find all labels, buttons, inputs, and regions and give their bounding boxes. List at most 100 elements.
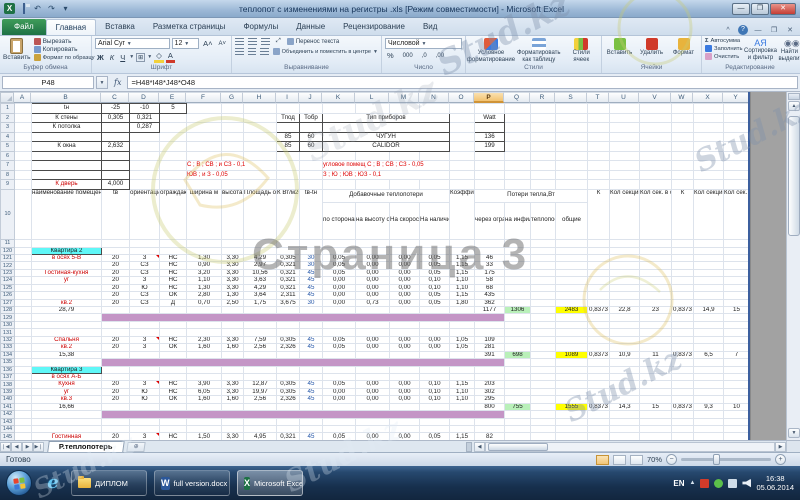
cell-R139[interactable] [530,387,556,397]
paste-button[interactable]: Вставить [3,38,31,61]
cell-B144[interactable] [31,424,102,434]
cell-R120[interactable] [530,246,556,255]
cell-V140[interactable] [639,395,672,404]
cell-W126[interactable] [671,291,694,300]
cell-J6[interactable] [299,150,323,161]
normal-view-icon[interactable] [595,454,609,465]
cell-Y126[interactable] [723,291,750,300]
header-sub-P0[interactable]: через ограждения [474,201,505,240]
cell-V124[interactable] [639,276,672,285]
row-header-123[interactable]: 123 [0,268,15,278]
column-header-U[interactable]: U [609,92,639,103]
cell-Y6[interactable] [723,150,750,161]
cell-Q9[interactable] [504,179,531,190]
row-header-5[interactable]: 5 [0,141,15,152]
cell-T136[interactable] [587,365,610,374]
cell-I145[interactable]: 0,321 [276,432,300,440]
cell-I9[interactable] [276,179,300,190]
cell-H125[interactable]: 4,29 [243,283,277,293]
cell-M6[interactable] [389,150,420,161]
cell-Q120[interactable] [504,246,531,255]
first-sheet-icon[interactable]: ❘◀ [0,441,11,452]
cell-N128[interactable] [419,305,450,315]
cell-Q142[interactable] [504,410,531,419]
cell-L131[interactable] [355,328,390,337]
header-W[interactable]: К [671,188,694,240]
cell-W137[interactable] [671,372,694,382]
cell-E130[interactable] [159,320,187,330]
cell-S8[interactable] [555,169,588,180]
cell-J137[interactable] [299,372,323,382]
cell-Y144[interactable] [723,424,750,434]
cell-L133[interactable]: 0,00 [355,343,390,352]
cell-P120[interactable] [474,246,505,255]
cell-B139[interactable]: уг [31,387,102,397]
borders-icon[interactable]: ⊞ [136,52,146,62]
cell-R141[interactable] [530,402,556,412]
cell-U122[interactable] [609,261,640,270]
cell-A7[interactable] [14,160,32,171]
insert-worksheet-icon[interactable]: ⊕ [125,441,146,452]
cell-V4[interactable] [639,131,672,142]
cell-Q4[interactable] [504,131,531,142]
cell-I132[interactable]: 0,305 [276,335,300,345]
cell-S142[interactable] [555,410,588,419]
cell-L130[interactable] [355,320,390,330]
cell-E123[interactable]: НС [159,268,187,278]
cell-M144[interactable] [389,424,420,434]
cell-G140[interactable]: 1,60 [221,395,244,404]
cell-N132[interactable]: 0,00 [419,335,450,345]
cell-G130[interactable] [221,320,244,330]
cell-U144[interactable] [609,424,640,434]
cell-N133[interactable]: 0,00 [419,343,450,352]
cell-K134[interactable] [322,350,356,360]
cell-G120[interactable] [221,246,244,255]
cell-P122[interactable]: 33 [474,261,505,270]
cell-W121[interactable] [671,253,694,263]
cell-W6[interactable] [671,150,694,161]
cell-T144[interactable] [587,424,610,434]
cell-L137[interactable] [355,372,390,382]
cell-B135[interactable] [31,358,102,367]
row-header-124[interactable]: 124 [0,276,15,285]
cell-R142[interactable] [530,410,556,419]
cell-G123[interactable]: 3,30 [221,268,244,278]
cell-F2[interactable] [186,112,222,123]
cell-U9[interactable] [609,179,640,190]
cell-O145[interactable]: 1,15 [449,432,475,440]
cell-L136[interactable] [355,365,390,374]
cell-M126[interactable]: 0,00 [389,291,420,300]
cell-J138[interactable]: 45 [299,380,323,389]
column-header-D[interactable]: D [129,92,159,103]
cell-P139[interactable]: 302 [474,387,505,397]
cell-K126[interactable]: 0,00 [322,291,356,300]
cell-B134[interactable]: 15,38 [31,350,102,360]
cell-C135[interactable] [101,358,505,367]
cell-E138[interactable]: НС [159,380,187,389]
tab-formulas[interactable]: Формулы [234,19,287,35]
cell-S123[interactable] [555,268,588,278]
cell-L141[interactable] [355,402,390,412]
cell-C136[interactable] [101,365,130,374]
cell-C125[interactable]: 20 [101,283,130,293]
cell-O144[interactable] [449,424,475,434]
row-header-127[interactable]: 127 [0,298,15,308]
cell-E4[interactable] [159,131,187,142]
cell-W4[interactable] [671,131,694,142]
tab-insert[interactable]: Вставка [96,19,144,35]
header-group-P[interactable]: Потери тепла,Вт [474,188,588,203]
cell-X1[interactable] [693,103,724,114]
cell-E134[interactable] [159,350,187,360]
tab-view[interactable]: Вид [414,19,446,35]
cell-J145[interactable]: 45 [299,432,323,440]
cell-W123[interactable] [671,268,694,278]
column-header-Y[interactable]: Y [723,92,749,103]
cell-F124[interactable]: 1,10 [186,276,222,285]
cell-X134[interactable]: 6,5 [693,350,724,360]
cell-V133[interactable] [639,343,672,352]
help-icon[interactable]: ? [738,25,748,35]
cell-I127[interactable]: 3,675 [276,298,300,308]
page-break-view-icon[interactable] [629,454,643,465]
cell-V6[interactable] [639,150,672,161]
column-header-R[interactable]: R [530,92,555,103]
